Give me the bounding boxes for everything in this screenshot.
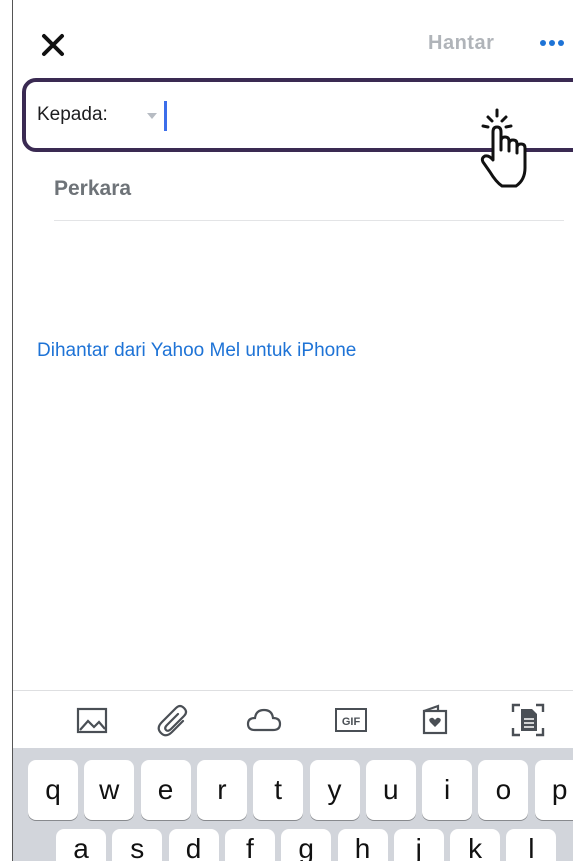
stationery-icon <box>422 704 448 735</box>
key-i[interactable]: i <box>422 760 473 820</box>
key-d[interactable]: d <box>168 829 219 861</box>
chevron-down-icon[interactable] <box>146 112 158 120</box>
key-q[interactable]: q <box>28 760 78 820</box>
close-button[interactable] <box>36 28 70 62</box>
subject-input[interactable] <box>54 172 534 206</box>
photo-icon <box>76 707 108 734</box>
close-icon <box>42 34 64 56</box>
compose-header: Hantar <box>0 0 573 78</box>
to-recipient-input[interactable] <box>163 100 453 132</box>
key-g[interactable]: g <box>281 829 332 861</box>
text-cursor <box>164 101 167 131</box>
toolbar-divider <box>13 690 573 691</box>
to-label: Kepada: <box>37 104 108 125</box>
key-u[interactable]: u <box>365 760 416 820</box>
key-e[interactable]: e <box>140 760 191 820</box>
key-j[interactable]: j <box>393 829 444 861</box>
key-h[interactable]: h <box>337 829 388 861</box>
email-signature[interactable]: Dihantar dari Yahoo Mel untuk iPhone <box>37 340 356 362</box>
key-k[interactable]: k <box>450 829 501 861</box>
attach-file-button[interactable] <box>155 700 195 740</box>
key-w[interactable]: w <box>84 760 135 820</box>
cloud-icon <box>246 708 282 732</box>
send-button[interactable]: Hantar <box>428 32 494 55</box>
more-options-button[interactable] <box>538 32 568 54</box>
insert-photo-button[interactable] <box>72 700 112 740</box>
more-options-icon <box>540 40 564 46</box>
attachment-icon <box>157 704 188 737</box>
document-scan-icon <box>511 703 545 737</box>
key-o[interactable]: o <box>478 760 529 820</box>
stationery-button[interactable] <box>415 700 455 740</box>
compose-screen: Hantar Kepada: Dihantar dari Yahoo Mel u… <box>0 0 573 861</box>
gif-icon: GIF <box>335 708 367 732</box>
key-t[interactable]: t <box>253 760 304 820</box>
cloud-attach-button[interactable] <box>244 700 284 740</box>
key-r[interactable]: r <box>196 760 247 820</box>
key-y[interactable]: y <box>309 760 360 820</box>
scan-document-button[interactable] <box>508 700 548 740</box>
key-f[interactable]: f <box>224 829 275 861</box>
subject-divider <box>54 220 564 221</box>
key-p[interactable]: p <box>534 760 573 820</box>
gif-label: GIF <box>342 716 361 728</box>
key-a[interactable]: a <box>56 829 106 861</box>
insert-gif-button[interactable]: GIF <box>331 700 371 740</box>
screen-edge <box>12 0 13 861</box>
key-s[interactable]: s <box>112 829 163 861</box>
key-l[interactable]: l <box>506 829 557 861</box>
